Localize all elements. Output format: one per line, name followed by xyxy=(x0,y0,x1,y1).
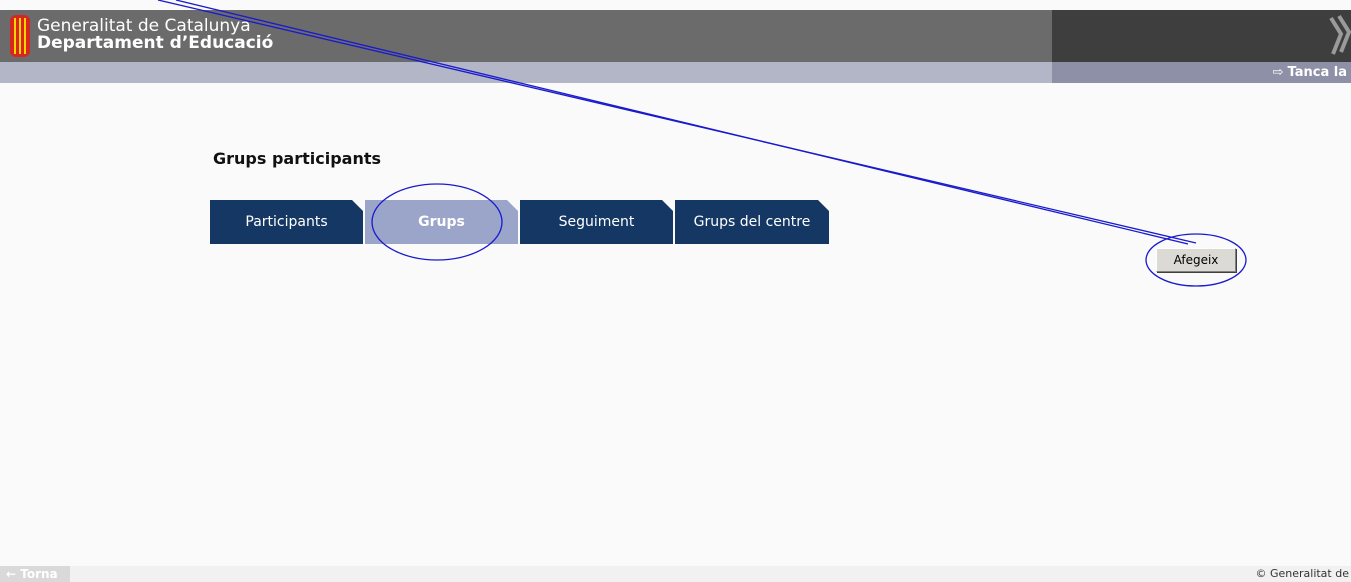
tab-grups-del-centre[interactable]: Grups del centre xyxy=(675,200,829,244)
annotation-overlay xyxy=(157,0,1247,287)
generalitat-logo-icon xyxy=(10,15,30,57)
subbar-right: ⇨ Tanca la xyxy=(1052,62,1351,83)
header-right-block xyxy=(1052,10,1351,62)
department-name: Departament d’Educació xyxy=(37,33,274,53)
footer-bar: ← Torna © Generalitat de xyxy=(0,566,1351,582)
header-subbar: ⇨ Tanca la xyxy=(0,62,1351,83)
tab-seguiment[interactable]: Seguiment xyxy=(520,200,673,244)
copyright-text: © Generalitat de xyxy=(1255,567,1349,580)
tab-label: Participants xyxy=(245,214,328,230)
page-title: Grups participants xyxy=(213,149,382,168)
close-session-label: Tanca la xyxy=(1287,65,1347,80)
tab-label: Grups xyxy=(418,214,465,230)
header-bar: Generalitat de Catalunya Departament d’E… xyxy=(0,10,1351,62)
close-session-link[interactable]: ⇨ Tanca la xyxy=(1273,65,1347,80)
tab-grups[interactable]: Grups xyxy=(365,200,518,244)
tab-label: Grups del centre xyxy=(693,214,811,230)
back-link[interactable]: ← Torna xyxy=(0,566,70,582)
tab-participants[interactable]: Participants xyxy=(210,200,363,244)
emblem-icon xyxy=(1329,14,1351,55)
tab-label: Seguiment xyxy=(558,214,635,230)
add-button[interactable]: Afegeix xyxy=(1156,248,1236,272)
exit-arrow-icon: ⇨ xyxy=(1272,65,1284,80)
